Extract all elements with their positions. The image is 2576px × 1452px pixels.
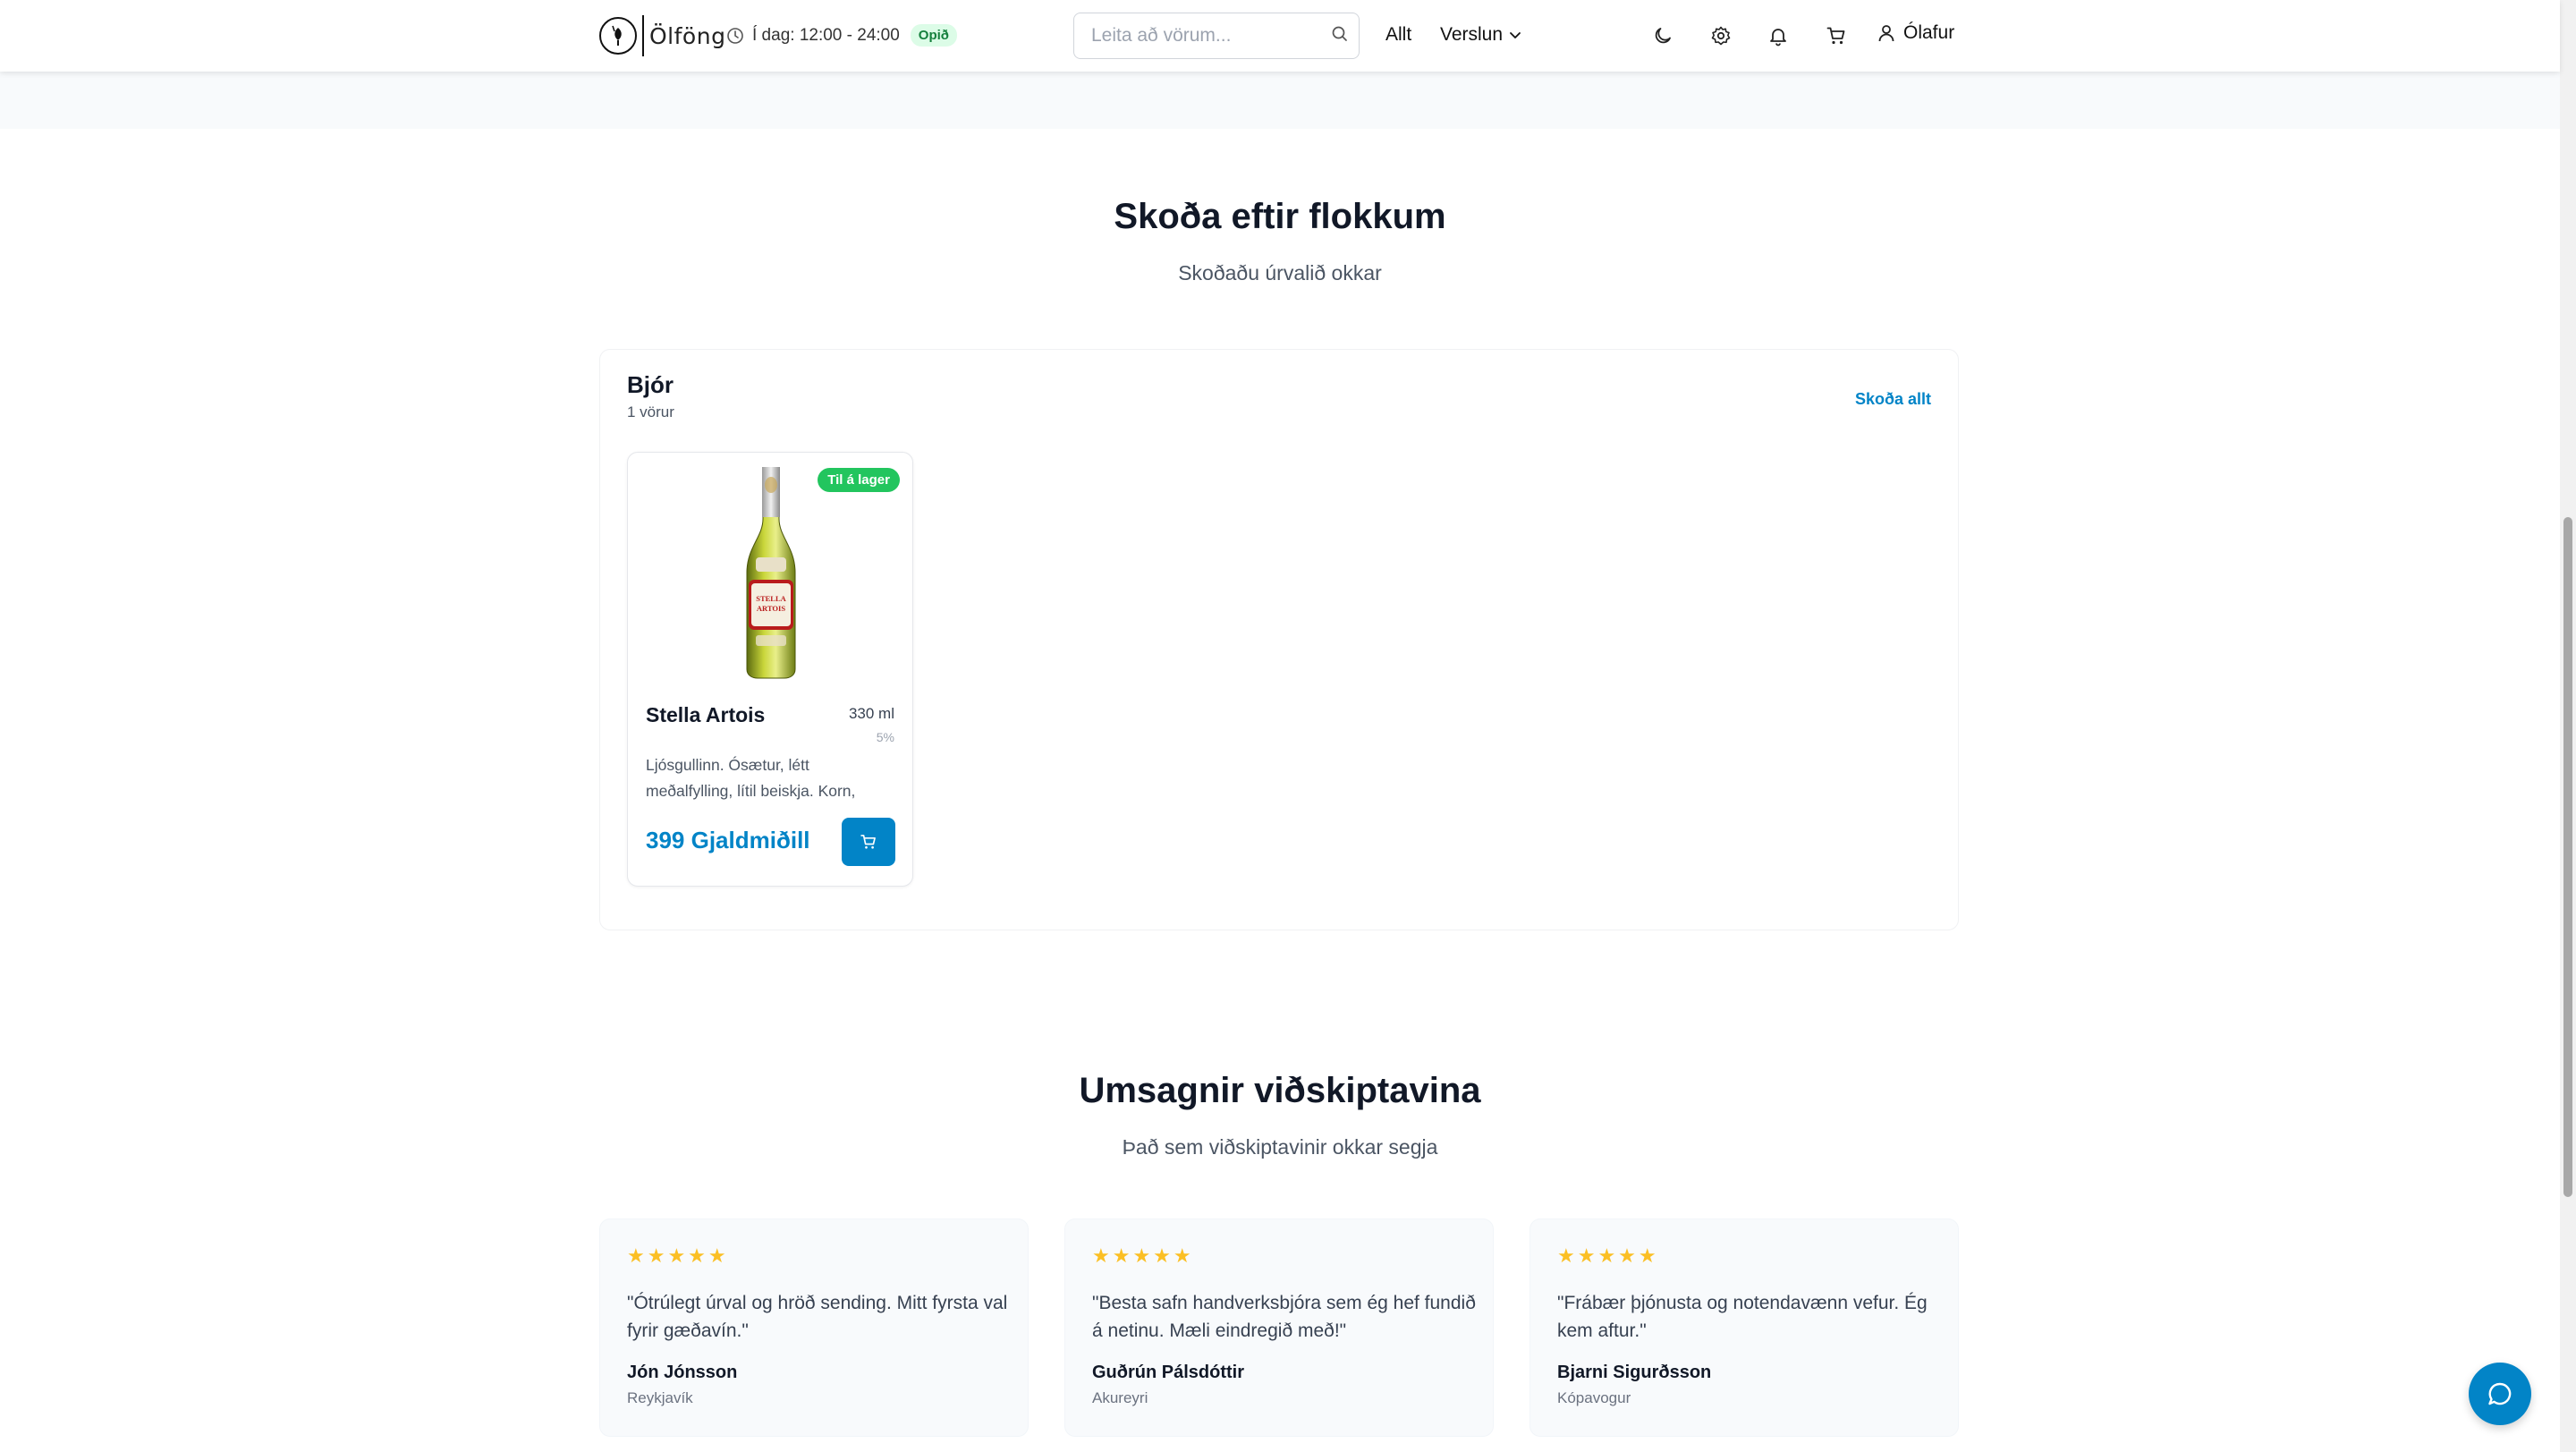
user-menu[interactable]: Ólafur xyxy=(1877,22,1954,44)
site-header: Ölföng Í dag: 12:00 - 24:00 Opið Allt Ve… xyxy=(0,0,2560,72)
product-name[interactable]: Stella Artois xyxy=(646,703,765,727)
testimonial-city: Akureyri xyxy=(1092,1389,1148,1406)
chat-bubble-icon xyxy=(2488,1382,2512,1405)
logo[interactable]: Ölföng xyxy=(599,15,725,56)
bottle-label-line1: STELLA xyxy=(756,594,786,603)
product-abv: 5% xyxy=(876,730,894,744)
testimonial-card: ★★★★★ "Frábær þjónusta og notendavænn ve… xyxy=(1530,1218,1959,1437)
testimonials-subtitle: Það sem viðskiptavinir okkar segja xyxy=(1122,1135,1438,1159)
testimonials-title: Umsagnir viðskiptavina xyxy=(1079,1071,1481,1110)
search-icon[interactable] xyxy=(1330,24,1350,44)
hours-text: Í dag: 12:00 - 24:00 xyxy=(752,25,900,45)
testimonial-city: Kópavogur xyxy=(1557,1389,1631,1406)
scrollbar-thumb[interactable] xyxy=(2563,517,2572,1197)
nav-all-link[interactable]: Allt xyxy=(1385,24,1411,46)
settings-button[interactable] xyxy=(1707,22,1734,49)
logo-mark-icon xyxy=(599,17,637,55)
category-name: Bjór xyxy=(627,371,674,398)
product-image: STELLA ARTOIS xyxy=(746,467,796,679)
star-rating: ★★★★★ xyxy=(1557,1244,1659,1267)
category-panel: Bjór 1 vörur Skoða allt Til á lager STEL… xyxy=(599,349,1959,930)
testimonial-card: ★★★★★ "Besta safn handverksbjóra sem ég … xyxy=(1064,1218,1494,1437)
gear-icon xyxy=(1711,26,1731,46)
testimonial-author: Jón Jónsson xyxy=(627,1363,738,1382)
notifications-button[interactable] xyxy=(1765,22,1792,49)
search-input[interactable] xyxy=(1074,25,1316,47)
chat-button[interactable] xyxy=(2469,1363,2531,1425)
clock-icon xyxy=(727,27,743,44)
cart-icon xyxy=(1826,27,1845,45)
bottle-label-line2: ARTOIS xyxy=(757,604,785,613)
cart-icon xyxy=(860,835,876,849)
product-card[interactable]: Til á lager STELLA ARTOIS Stella Artois … xyxy=(627,452,913,887)
moon-icon xyxy=(1655,28,1671,44)
chevron-down-icon xyxy=(1510,32,1521,38)
logo-divider xyxy=(642,15,644,56)
nav-store-dropdown[interactable]: Verslun xyxy=(1440,24,1522,46)
hero-bottom-strip xyxy=(0,72,2560,129)
star-rating: ★★★★★ xyxy=(627,1244,729,1267)
nav-all-label: Allt xyxy=(1385,24,1412,45)
categories-title: Skoða eftir flokkum xyxy=(1114,197,1446,236)
product-volume: 330 ml xyxy=(848,705,894,722)
product-price: 399 Gjaldmiðill xyxy=(646,827,810,853)
user-name: Ólafur xyxy=(1903,22,1955,43)
testimonial-quote: "Ótrúlegt úrval og hröð sending. Mitt fy… xyxy=(627,1293,1008,1341)
categories-subtitle: Skoðaðu úrvalið okkar xyxy=(1178,261,1382,284)
view-all-link[interactable]: Skoða allt xyxy=(1855,390,1931,409)
user-icon xyxy=(1878,25,1894,42)
logo-text: Ölföng xyxy=(649,22,726,49)
category-count: 1 vörur xyxy=(627,403,674,420)
open-status-badge: Opið xyxy=(910,24,957,47)
star-rating: ★★★★★ xyxy=(1092,1244,1194,1267)
testimonial-quote: "Besta safn handverksbjóra sem ég hef fu… xyxy=(1092,1293,1476,1341)
testimonial-author: Guðrún Pálsdóttir xyxy=(1092,1363,1244,1382)
in-stock-badge: Til á lager xyxy=(818,468,900,492)
dark-mode-toggle[interactable] xyxy=(1649,22,1676,49)
bell-icon xyxy=(1770,29,1786,47)
testimonial-card: ★★★★★ "Ótrúlegt úrval og hröð sending. M… xyxy=(599,1218,1029,1437)
cart-button[interactable] xyxy=(1823,22,1850,49)
add-to-cart-button[interactable] xyxy=(842,818,895,866)
product-description: Ljósgullinn. Ósætur, létt meðalfylling, … xyxy=(646,756,856,800)
search-box xyxy=(1073,13,1360,59)
testimonial-city: Reykjavík xyxy=(627,1389,693,1406)
nav-store-label: Verslun xyxy=(1440,24,1504,45)
testimonial-quote: "Frábær þjónusta og notendavænn vefur. É… xyxy=(1557,1293,1928,1341)
opening-hours: Í dag: 12:00 - 24:00 Opið xyxy=(726,24,957,47)
testimonial-author: Bjarni Sigurðsson xyxy=(1557,1363,1712,1382)
